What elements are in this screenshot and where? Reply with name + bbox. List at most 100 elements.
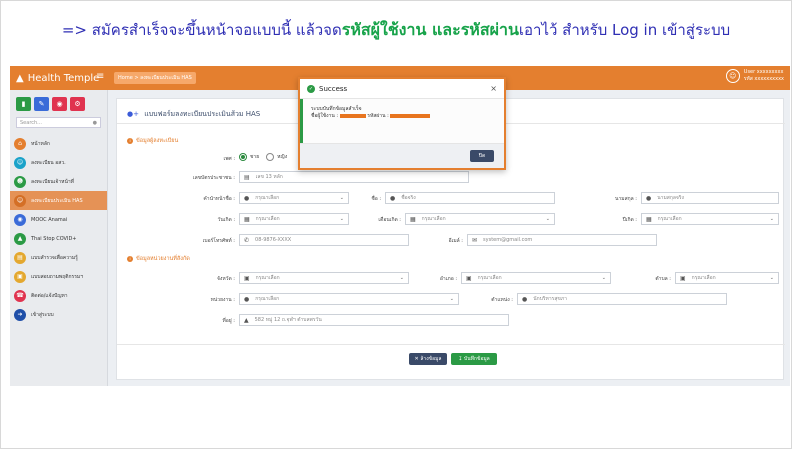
phone-label: เบอร์โทรศัพท์ : (202, 238, 235, 244)
prefix-label: คำนำหน้าชื่อ : (203, 196, 235, 202)
sidebar-item[interactable]: ☺ ลงทะเบียน อสว. (10, 153, 107, 172)
section-agency-label: ข้อมูลหน่วยงานที่สังกัด (136, 256, 190, 262)
month-select[interactable]: ▦ กรุณาเลือก ⌄ (405, 213, 555, 225)
phone-placeholder: 08-9876-XXXX (255, 237, 292, 243)
day-select[interactable]: ▦ กรุณาเลือก ⌄ (239, 213, 349, 225)
sidebar-search[interactable]: Search... ● (16, 117, 101, 128)
info-icon: i (127, 256, 133, 262)
address-placeholder: 582 หมู่ 12 ถ.จุฬฯ ตำบลพรวัน (254, 317, 322, 323)
edit-icon[interactable]: ✎ (34, 97, 49, 111)
phone-input[interactable]: ✆ 08-9876-XXXX (239, 234, 409, 246)
district-select[interactable]: ▣ กรุณาเลือก ⌄ (461, 272, 611, 284)
day-placeholder: กรุณาเลือก (255, 216, 280, 222)
sidebar: ▮ ✎ ◉ ⚙ Search... ● ⌂ หน้าหลัก ☺ ลงทะเบียน … (10, 90, 108, 386)
prefix-select[interactable]: ● กรุณาเลือก ⌄ (239, 192, 349, 204)
sidebar-item[interactable]: ☻ ลงทะเบียนเจ้าหน้าที่ (10, 172, 107, 191)
last-name-placeholder: นามสกุลจริง (657, 195, 684, 201)
first-name-input[interactable]: ● ชื่อจริง (385, 192, 555, 204)
quick-actions: ▮ ✎ ◉ ⚙ (10, 90, 107, 115)
chevron-down-icon: ⌄ (339, 195, 344, 201)
home-icon: ⌂ (14, 137, 26, 150)
caption-text-2: เอาไว้ สำหรับ Log in เข้าสู่ระบบ (518, 21, 731, 39)
book-icon: ▤ (14, 251, 26, 264)
sidebar-item[interactable]: ☎ ติดต่อ/แจ้งปัญหา (10, 286, 107, 305)
province-select[interactable]: ▣ กรุณาเลือก ⌄ (239, 272, 409, 284)
id-card-input[interactable]: ▤ เลข 13 หลัก (239, 171, 469, 183)
chevron-down-icon: ⌄ (601, 275, 606, 281)
chevron-down-icon: ⌄ (449, 296, 454, 302)
gender-label: เพศ : (223, 156, 235, 162)
dialog-close-button[interactable]: ปิด (470, 150, 494, 162)
section-agency: i ข้อมูลหน่วยงานที่สังกัด (127, 255, 190, 263)
chart-icon[interactable]: ▮ (16, 97, 31, 111)
users-icon: ☺ (14, 156, 26, 169)
form-footer-divider (117, 344, 785, 345)
last-name-input[interactable]: ● นามสกุลจริง (641, 192, 779, 204)
sidebar-item-label: ติดต่อ/แจ้งปัญหา (31, 292, 68, 299)
sidebar-item-label: ลงทะเบียนเจ้าหน้าที่ (31, 178, 74, 185)
email-label: อีเมล์ : (448, 238, 463, 244)
breadcrumb[interactable]: Home > ลงทะเบียนประเมิน HAS (114, 72, 196, 84)
building-icon: ▣ (466, 274, 472, 282)
sidebar-item[interactable]: ☺ ลงทะเบียนประเมิน HAS (10, 191, 107, 210)
phone-icon: ☎ (14, 289, 26, 302)
radio-male-label: ชาย (250, 154, 260, 160)
mooc-icon: ◉ (14, 213, 26, 226)
instruction-caption: => สมัครสำเร็จจะขึ้นหน้าจอแบบนี้ แล้วจด … (0, 0, 792, 60)
save-button[interactable]: ↧ บันทึกข้อมูล (451, 353, 497, 365)
radio-female[interactable] (266, 153, 275, 161)
id-card-icon: ▤ (244, 173, 250, 181)
search-input[interactable]: Search... (20, 120, 42, 126)
phone-icon: ✆ (244, 236, 250, 244)
person-icon: ● (646, 194, 652, 202)
year-select[interactable]: ▦ กรุณาเลือก ⌄ (641, 213, 779, 225)
email-placeholder: system@gmail.com (483, 237, 533, 243)
avatar-icon: ☺ (725, 69, 740, 83)
close-icon[interactable]: × (490, 84, 497, 93)
province-label: จังหวัด : (217, 276, 235, 282)
sidebar-item[interactable]: ▲ Thai Stop COVID+ (10, 229, 107, 248)
sidebar-item[interactable]: ▤ แบบสำรวจเพื่อความรู้ (10, 248, 107, 267)
user-info: User xxxxxxxxx รหัส xxxxxxxxxx (744, 69, 784, 83)
success-dialog: ✓ Success × ระบบบันทึกข้อมูลสำเร็จ ชื่อผ… (298, 77, 506, 170)
info-icon: i (127, 138, 133, 144)
settings-icon[interactable]: ⚙ (70, 97, 85, 111)
province-placeholder: กรุณาเลือก (255, 275, 280, 281)
email-input[interactable]: ✉ system@gmail.com (467, 234, 657, 246)
position-input[interactable]: ● นักบริหารสุขภา (517, 293, 727, 305)
month-label: เดือนเกิด : (378, 217, 401, 223)
clear-button[interactable]: ✕ ล้างข้อมูล (409, 353, 447, 365)
user-menu[interactable]: ☺ User xxxxxxxxx รหัส xxxxxxxxxx (725, 69, 784, 83)
caption-highlight: รหัสผู้ใช้งาน และรหัสผ่าน (341, 19, 519, 39)
user-plus-icon: ●+ (127, 110, 139, 118)
sidebar-item[interactable]: ➜ เข้าสู่ระบบ (10, 305, 107, 324)
form-title: ●+ แบบฟอร์มลงทะเบียนประเมินส้วม HAS (127, 109, 260, 120)
sidebar-item[interactable]: ⌂ หน้าหลัก (10, 134, 107, 153)
user-check-icon: ☺ (14, 194, 26, 207)
month-placeholder: กรุณาเลือก (421, 216, 446, 222)
id-card-label: เลขบัตรประชาชน : (192, 175, 235, 181)
temple-logo-icon: ▲ (16, 72, 24, 84)
radio-female-label: หญิง (277, 154, 288, 160)
eye-icon[interactable]: ◉ (52, 97, 67, 111)
person-icon: ● (522, 295, 528, 303)
radio-male[interactable] (239, 153, 247, 161)
person-icon: ● (244, 194, 250, 202)
district-placeholder: กรุณาเลือก (477, 275, 502, 281)
agency-placeholder: กรุณาเลือก (255, 296, 280, 302)
envelope-icon: ✉ (472, 236, 478, 244)
brand[interactable]: ▲ Health Temple (10, 66, 108, 90)
sidebar-item-label: ลงทะเบียนประเมิน HAS (31, 197, 83, 204)
sidebar-item[interactable]: ◉ MOOC Anamai (10, 210, 107, 229)
mic-icon[interactable]: ● (93, 120, 97, 126)
agency-select[interactable]: ● กรุณาเลือก ⌄ (239, 293, 459, 305)
menu-toggle-icon[interactable]: ≡ (96, 71, 104, 82)
address-input[interactable]: ▲ 582 หมู่ 12 ถ.จุฬฯ ตำบลพรวัน (239, 314, 509, 326)
sidebar-item-label: MOOC Anamai (31, 216, 68, 223)
agency-label: หน่วยงาน : (210, 297, 235, 303)
dialog-header: ✓ Success × (300, 79, 504, 99)
subdistrict-select[interactable]: ▣ กรุณาเลือก ⌄ (675, 272, 779, 284)
sidebar-nav: ⌂ หน้าหลัก ☺ ลงทะเบียน อสว. ☻ ลงทะเบียนเจ้าหน… (10, 134, 107, 324)
chevron-down-icon: ⌄ (545, 216, 550, 222)
sidebar-item[interactable]: ▣ แบบสอบถามพฤติกรรมฯ (10, 267, 107, 286)
